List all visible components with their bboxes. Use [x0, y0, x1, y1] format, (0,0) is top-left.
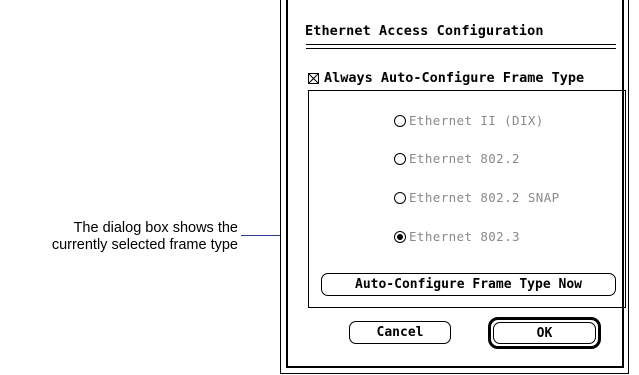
radio-ethernet-802-3[interactable]	[394, 230, 406, 243]
frame-type-option-ethernet-802-3[interactable]: Ethernet 802.3	[394, 229, 520, 244]
title-divider-top	[306, 44, 616, 45]
always-auto-configure-checkbox[interactable]	[308, 72, 319, 84]
dialog-title: Ethernet Access Configuration	[305, 23, 544, 39]
radio-ethernet-802-2-snap[interactable]	[394, 191, 406, 204]
checkbox-x-mark-icon	[309, 73, 318, 83]
cancel-button[interactable]: Cancel	[349, 321, 451, 344]
title-divider-bottom	[306, 48, 616, 49]
always-auto-configure-option[interactable]: Always Auto-Configure Frame Type	[308, 70, 584, 86]
frame-type-label: Ethernet II (DIX)	[409, 113, 544, 128]
frame-type-option-ethernet-ii-dix[interactable]: Ethernet II (DIX)	[394, 113, 544, 128]
radio-ethernet-802-2[interactable]	[394, 152, 406, 165]
frame-type-label: Ethernet 802.2	[409, 151, 520, 166]
frame-type-option-ethernet-802-2[interactable]: Ethernet 802.2	[394, 151, 520, 166]
callout-line-1: The dialog box shows the	[73, 220, 238, 236]
ok-button[interactable]: OK	[493, 322, 596, 344]
auto-configure-now-button[interactable]: Auto-Configure Frame Type Now	[321, 273, 616, 296]
radio-ethernet-ii-dix[interactable]	[394, 114, 406, 127]
frame-type-option-ethernet-802-2-snap[interactable]: Ethernet 802.2 SNAP	[394, 190, 560, 205]
callout-line-2: currently selected frame type	[51, 237, 238, 253]
ethernet-access-dialog: Ethernet Access Configuration Always Aut…	[280, 0, 629, 374]
callout-caption: The dialog box shows the currently selec…	[0, 220, 238, 254]
frame-type-label: Ethernet 802.3	[409, 229, 520, 244]
dialog-inner-frame: Ethernet Access Configuration Always Aut…	[286, 0, 626, 368]
frame-type-label: Ethernet 802.2 SNAP	[409, 190, 560, 205]
always-auto-configure-label: Always Auto-Configure Frame Type	[324, 70, 585, 86]
